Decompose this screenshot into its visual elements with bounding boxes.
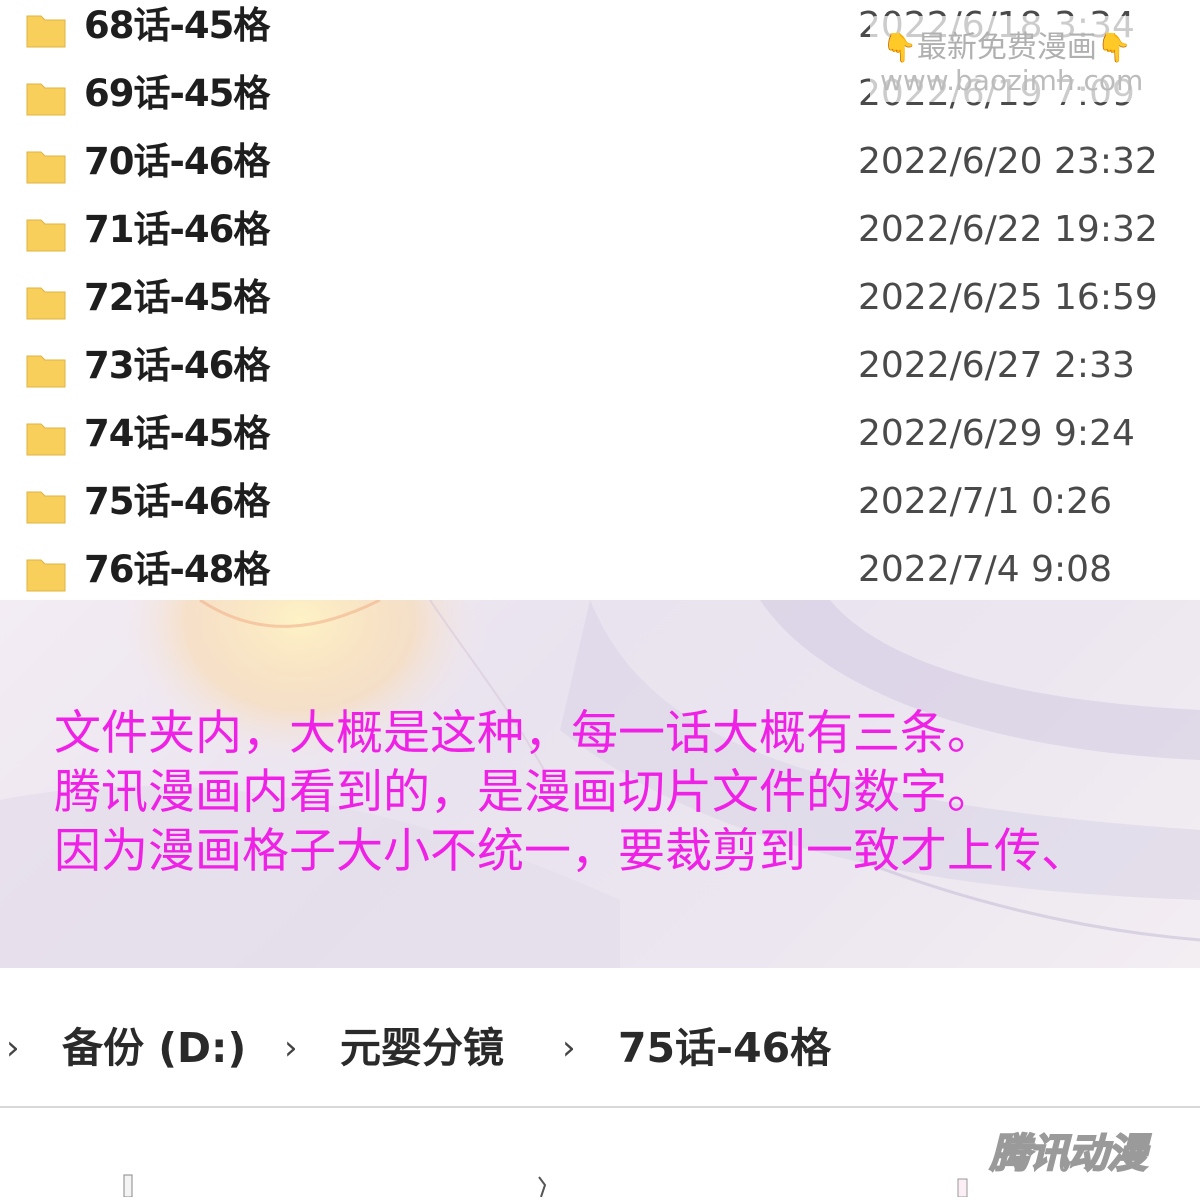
file-thumbnail-icon[interactable] [122, 1173, 136, 1197]
file-date: 2022/7/4 9:08 [858, 549, 1112, 590]
folder-icon [26, 287, 66, 320]
chevron-right-icon[interactable]: › [562, 1012, 576, 1084]
breadcrumb-item[interactable]: 元婴分镜 [340, 1012, 504, 1084]
file-name: 73话-46格 [84, 344, 270, 387]
file-row[interactable]: 74话-45格 2022/6/29 9:24 [0, 408, 1200, 476]
file-row[interactable]: 73话-46格 2022/6/27 2:33 [0, 340, 1200, 408]
watermark-url: www.baozimh.com [880, 64, 1144, 97]
file-date: 2022/7/1 0:26 [858, 481, 1112, 522]
file-date: 2022/6/27 2:33 [858, 345, 1135, 386]
watermark: 👇最新免费漫画👇 www.baozimh.com [870, 16, 1176, 102]
folder-icon [26, 151, 66, 184]
tencent-comic-logo: 腾讯动漫 [989, 1130, 1148, 1178]
file-list: 68话-45格 2022/6/18 3:34 69话-45格 2022/6/19… [0, 0, 1200, 600]
folder-icon [26, 83, 66, 116]
watermark-text: 最新免费漫画 [916, 30, 1097, 65]
chevron-right-icon[interactable]: › [284, 1012, 298, 1084]
file-date: 2022/6/22 19:32 [858, 209, 1158, 250]
folder-icon [26, 15, 66, 48]
file-row[interactable]: 75话-46格 2022/7/1 0:26 [0, 476, 1200, 544]
folder-icon [26, 355, 66, 388]
folder-icon [26, 491, 66, 524]
file-thumbnail-icon[interactable] [956, 1173, 970, 1197]
caption-line: 腾讯漫画内看到的，是漫画切片文件的数字。 [54, 765, 994, 820]
file-thumbnail-icon[interactable] [536, 1173, 550, 1197]
file-name: 75话-46格 [84, 480, 270, 523]
breadcrumb: › 备份 (D:) › 元婴分镜 › 75话-46格 [0, 1012, 1200, 1084]
folder-icon [26, 423, 66, 456]
file-name: 72话-45格 [84, 276, 270, 319]
file-name: 71话-46格 [84, 208, 270, 251]
pointing-down-hand-icon: 👇 [1096, 31, 1132, 64]
watermark-line1: 👇最新免费漫画👇 [882, 22, 1132, 66]
caption-line: 文件夹内，大概是这种，每一话大概有三条。 [54, 706, 994, 761]
folder-icon [26, 219, 66, 252]
breadcrumb-item[interactable]: 备份 (D:) [62, 1012, 246, 1084]
file-date: 2022/6/29 9:24 [858, 413, 1135, 454]
file-row[interactable]: 71话-46格 2022/6/22 19:32 [0, 204, 1200, 272]
breadcrumb-item-current[interactable]: 75话-46格 [618, 1012, 831, 1084]
pointing-down-hand-icon: 👇 [882, 31, 917, 64]
file-row[interactable]: 70话-46格 2022/6/20 23:32 [0, 136, 1200, 204]
file-name: 70话-46格 [84, 140, 270, 183]
file-name: 76话-48格 [84, 548, 270, 591]
file-date: 2022/6/25 16:59 [858, 277, 1158, 318]
folder-icon [26, 559, 66, 592]
file-name: 74话-45格 [84, 412, 270, 455]
file-row[interactable]: 72话-45格 2022/6/25 16:59 [0, 272, 1200, 340]
file-name: 69话-45格 [84, 72, 270, 115]
caption-text: 文件夹内，大概是这种，每一话大概有三条。 腾讯漫画内看到的，是漫画切片文件的数字… [54, 704, 1088, 881]
file-name: 68话-45格 [84, 4, 270, 47]
file-date: 2022/6/20 23:32 [858, 141, 1158, 182]
caption-panel: 文件夹内，大概是这种，每一话大概有三条。 腾讯漫画内看到的，是漫画切片文件的数字… [0, 600, 1200, 968]
divider [0, 1106, 1200, 1108]
caption-line: 因为漫画格子大小不统一，要裁剪到一致才上传、 [54, 824, 1088, 879]
chevron-right-icon[interactable]: › [6, 1012, 20, 1084]
